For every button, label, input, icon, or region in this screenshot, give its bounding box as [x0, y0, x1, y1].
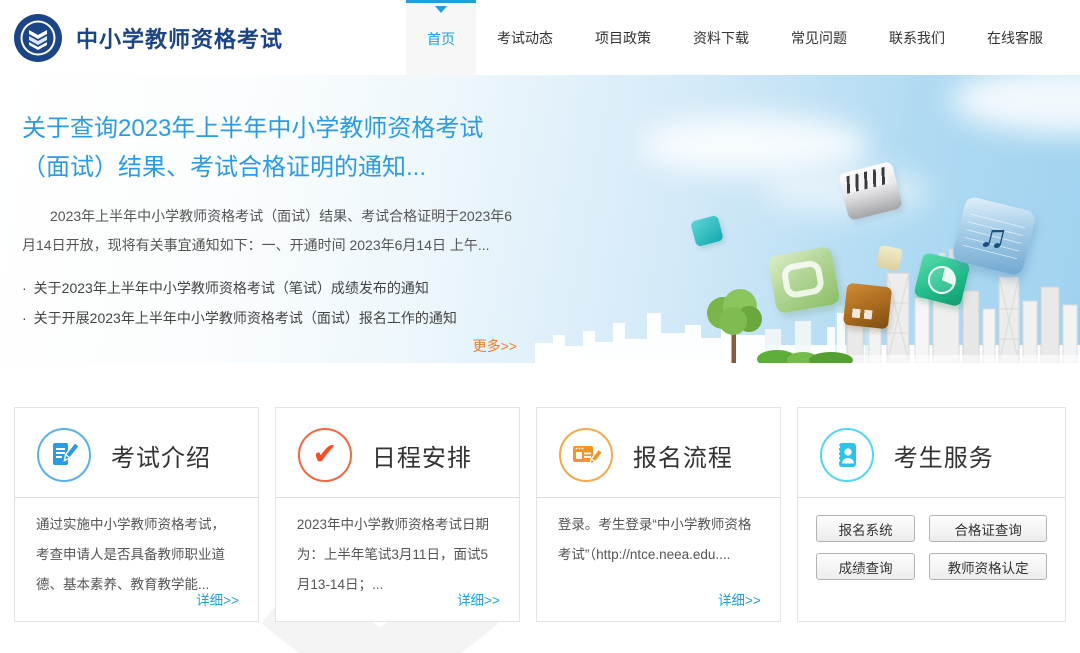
hero-content: 关于查询2023年上半年中小学教师资格考试（面试）结果、考试合格证明的通知...…: [22, 109, 522, 356]
main-nav: 首页 考试动态 项目政策 资料下载 常见问题 联系我们 在线客服: [406, 0, 1064, 75]
notice-list: ·关于2023年上半年中小学教师资格考试（笔试）成绩发布的通知 ·关于开展202…: [22, 273, 522, 333]
beige-cube-icon: [876, 245, 903, 271]
nav-item-downloads[interactable]: 资料下载: [672, 0, 770, 75]
notice-link[interactable]: ·关于开展2023年上半年中小学教师资格考试（面试）报名工作的通知: [22, 303, 522, 333]
contact-book-icon: [820, 428, 874, 482]
teacher-qualification-button[interactable]: 教师资格认定: [929, 553, 1047, 580]
notice-link[interactable]: ·关于2023年上半年中小学教师资格考试（笔试）成绩发布的通知: [22, 273, 522, 303]
hero-notice-summary: 2023年上半年中小学教师资格考试（面试）结果、考试合格证明于2023年6月14…: [22, 202, 522, 260]
signup-system-button[interactable]: 报名系统: [816, 515, 916, 542]
detail-link[interactable]: 详细>>: [457, 589, 500, 609]
checkmark-icon: ✔: [298, 428, 352, 482]
certificate-query-button[interactable]: 合格证查询: [929, 515, 1047, 542]
card-text: 通过实施中小学教师资格考试，考查申请人是否具备教师职业道德、基本素养、教育教学能…: [15, 498, 258, 600]
hero-banner: ♫ 关于查询2023年上半年中小学教师资格考试（面试）结果、考试合格证明的通知.…: [0, 75, 1080, 363]
nav-item-contact[interactable]: 联系我们: [868, 0, 966, 75]
card-title: 报名流程: [633, 438, 733, 473]
form-pencil-icon: [559, 428, 613, 482]
card-exam-intro: 考试介绍 通过实施中小学教师资格考试，考查申请人是否具备教师职业道德、基本素养、…: [14, 407, 259, 622]
detail-link[interactable]: 详细>>: [196, 589, 239, 609]
cloud-decor: [640, 115, 870, 175]
nav-item-faq[interactable]: 常见问题: [770, 0, 868, 75]
hero-notice-title[interactable]: 关于查询2023年上半年中小学教师资格考试（面试）结果、考试合格证明的通知...: [22, 109, 522, 187]
cloud-decor: [950, 75, 1080, 135]
card-title: 日程安排: [372, 438, 472, 473]
card-schedule: ✔ 日程安排 2023年中小学教师资格考试日期为：上半年笔试3月11日，面试5月…: [275, 407, 520, 622]
card-signup-process: 报名流程 登录。考生登录“中小学教师资格考试”（http://ntce.neea…: [536, 407, 781, 622]
more-link[interactable]: 更多>>: [473, 338, 517, 354]
site-logo-icon: [14, 14, 62, 62]
card-title: 考试介绍: [111, 438, 211, 473]
nav-item-online-service[interactable]: 在线客服: [966, 0, 1064, 75]
nav-item-policies[interactable]: 项目政策: [574, 0, 672, 75]
card-text: 2023年中小学教师资格考试日期为：上半年笔试3月11日，面试5月13-14日；…: [276, 498, 519, 600]
nav-item-home[interactable]: 首页: [406, 0, 476, 75]
detail-link[interactable]: 详细>>: [718, 589, 761, 609]
cards-section: 考试介绍 通过实施中小学教师资格考试，考查申请人是否具备教师职业道德、基本素养、…: [0, 407, 1080, 622]
card-text: 登录。考生登录“中小学教师资格考试”（http://ntce.neea.edu.…: [537, 498, 780, 570]
card-title: 考生服务: [894, 438, 994, 473]
document-pencil-icon: [37, 428, 91, 482]
nav-item-exam-news[interactable]: 考试动态: [476, 0, 574, 75]
brown-stamp-cube-icon: [843, 283, 892, 329]
site-title: 中小学教师资格考试: [76, 22, 283, 54]
green-frame-cube-icon: [767, 246, 840, 314]
score-query-button[interactable]: 成绩查询: [816, 553, 916, 580]
card-candidate-services: 考生服务 报名系统 合格证查询 成绩查询 教师资格认定: [797, 407, 1066, 622]
service-buttons: 报名系统 合格证查询 成绩查询 教师资格认定: [798, 498, 1065, 580]
header: 中小学教师资格考试 首页 考试动态 项目政策 资料下载 常见问题 联系我们 在线…: [0, 0, 1080, 75]
